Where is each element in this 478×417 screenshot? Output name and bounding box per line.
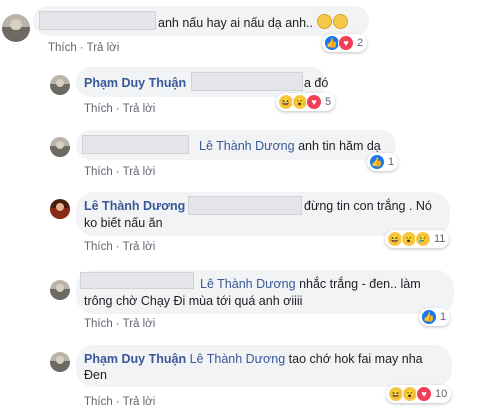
comment-actions: Thích · Trả lời bbox=[84, 318, 156, 330]
comment-text: anh tin hăm dạ bbox=[298, 139, 381, 153]
author-name[interactable]: Phạm Duy Thuận bbox=[84, 352, 186, 366]
redacted-name bbox=[82, 135, 189, 154]
comment-text-line2: Đen bbox=[84, 368, 107, 382]
avatar[interactable] bbox=[50, 352, 70, 372]
redacted-name bbox=[80, 272, 194, 289]
reaction-summary[interactable]: 👍 1 bbox=[367, 153, 399, 171]
comment-text: a đó bbox=[304, 76, 329, 90]
reply-link[interactable]: Trả lời bbox=[123, 318, 156, 330]
reaction-summary[interactable]: 👍 1 bbox=[419, 308, 451, 326]
avatar[interactable] bbox=[2, 14, 30, 42]
reaction-summary[interactable]: 😆 😮 😢 11 bbox=[385, 230, 450, 248]
comment-bubble: Lê Thành Dương anh tin hăm dạ bbox=[76, 130, 396, 160]
comment-bubble: anh nấu hay ai nấu dạ anh.. bbox=[33, 6, 369, 36]
reaction-count: 1 bbox=[440, 311, 447, 323]
avatar[interactable] bbox=[50, 199, 70, 219]
reply-link[interactable]: Trả lời bbox=[123, 103, 156, 115]
comment-text: anh nấu hay ai nấu dạ anh.. bbox=[158, 16, 313, 30]
reaction-summary[interactable]: 👍 ♥ 2 bbox=[322, 34, 368, 52]
comment-actions: Thích · Trả lời bbox=[84, 396, 156, 408]
comment-actions: Thích · Trả lời bbox=[84, 166, 156, 178]
author-name[interactable]: Lê Thành Dương bbox=[84, 199, 185, 213]
avatar[interactable] bbox=[50, 280, 70, 300]
reaction-count: 10 bbox=[435, 388, 448, 400]
tagged-user[interactable]: Lê Thành Dương bbox=[199, 139, 295, 153]
reply-link[interactable]: Trả lời bbox=[123, 241, 156, 253]
redacted-name bbox=[188, 196, 302, 215]
reply-link[interactable]: Trả lời bbox=[87, 42, 120, 54]
reaction-count: 1 bbox=[388, 156, 395, 168]
comment-actions: Thích · Trả lời bbox=[48, 42, 120, 54]
like-icon: 👍 bbox=[369, 154, 385, 170]
like-link[interactable]: Thích bbox=[84, 103, 113, 115]
avatar[interactable] bbox=[50, 137, 70, 157]
like-link[interactable]: Thích bbox=[84, 241, 113, 253]
comment-bubble: Phạm Duy Thuận Lê Thành Dương tao chớ ho… bbox=[76, 345, 452, 387]
comment-text-line2: trông chờ Chạy Đi mùa tới quá anh ơiiii bbox=[84, 294, 303, 308]
tagged-user[interactable]: Lê Thành Dương bbox=[190, 352, 286, 366]
comment-text-line1: tao chớ hok fai may nha bbox=[288, 352, 423, 366]
like-link[interactable]: Thích bbox=[84, 396, 113, 408]
flushed-face-icon bbox=[317, 14, 333, 29]
redacted-name bbox=[39, 11, 156, 30]
love-icon: ♥ bbox=[306, 94, 322, 110]
sad-icon: 😢 bbox=[415, 231, 431, 247]
redacted-name bbox=[191, 72, 303, 91]
tagged-user[interactable]: Lê Thành Dương bbox=[200, 277, 296, 291]
comment-text-line2: ko biết nấu ăn bbox=[84, 216, 163, 230]
reply-link[interactable]: Trả lời bbox=[123, 166, 156, 178]
author-name[interactable]: Phạm Duy Thuận bbox=[84, 76, 186, 90]
like-icon: 👍 bbox=[421, 309, 437, 325]
like-link[interactable]: Thích bbox=[84, 318, 113, 330]
flushed-face-icon bbox=[333, 14, 349, 29]
reaction-count: 11 bbox=[434, 233, 446, 245]
comment-bubble: Lê Thành Dương nhắc trắng - đen.. làm tr… bbox=[76, 270, 454, 314]
reaction-count: 5 bbox=[325, 96, 332, 108]
love-icon: ♥ bbox=[338, 35, 354, 51]
reaction-summary[interactable]: 😆 😮 ♥ 10 bbox=[386, 385, 452, 403]
reply-link[interactable]: Trả lời bbox=[123, 396, 156, 408]
reaction-count: 2 bbox=[357, 37, 364, 49]
like-link[interactable]: Thích bbox=[48, 42, 77, 54]
comment-text-line1: đừng tin con trắng . Nó bbox=[304, 199, 432, 213]
comment-actions: Thích · Trả lời bbox=[84, 241, 156, 253]
like-link[interactable]: Thích bbox=[84, 166, 113, 178]
avatar[interactable] bbox=[50, 75, 70, 95]
love-icon: ♥ bbox=[416, 386, 432, 402]
comment-actions: Thích · Trả lời bbox=[84, 103, 156, 115]
comment-text-line1: nhắc trắng - đen.. làm bbox=[299, 277, 421, 291]
reaction-summary[interactable]: 😆 😮 ♥ 5 bbox=[276, 93, 336, 111]
